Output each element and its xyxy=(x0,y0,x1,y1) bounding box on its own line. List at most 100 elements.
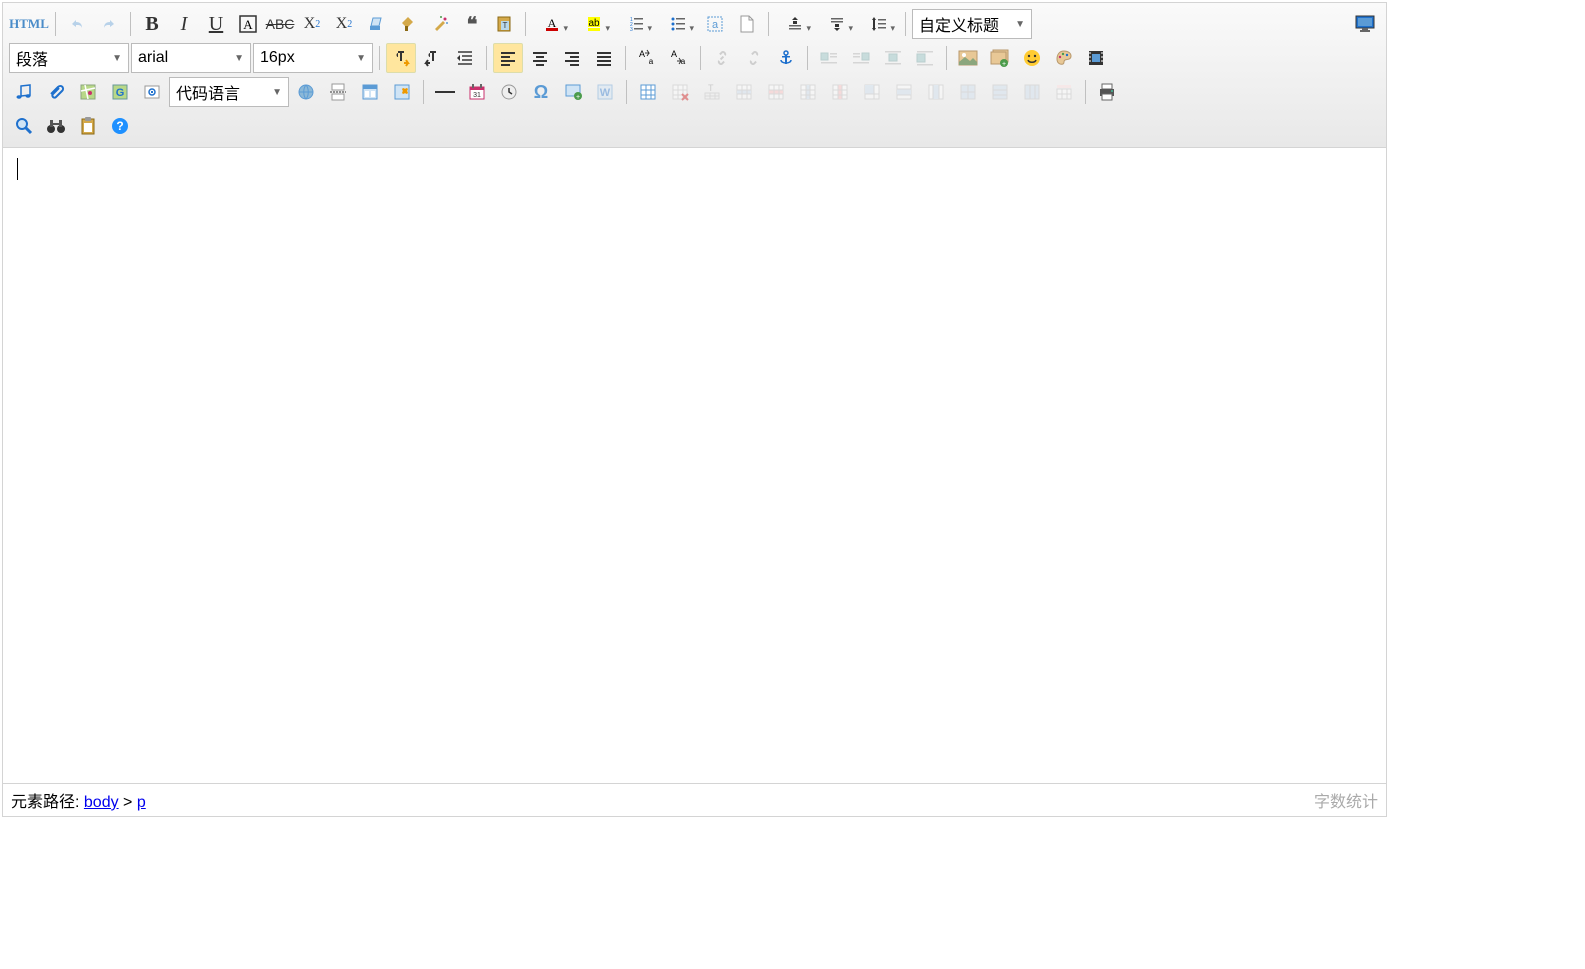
help-button[interactable]: ? xyxy=(105,111,135,141)
table-icon xyxy=(639,83,657,101)
insertparagraphbefore-button[interactable]: T xyxy=(697,77,727,107)
music-button[interactable] xyxy=(9,77,39,107)
rowspacing-bottom-icon xyxy=(829,16,845,32)
paragraph-select[interactable]: 段落▼ xyxy=(9,43,129,73)
wordcount[interactable]: 字数统计 xyxy=(1314,788,1378,812)
time-button[interactable] xyxy=(494,77,524,107)
separator xyxy=(768,12,769,36)
ltr-button[interactable] xyxy=(386,43,416,73)
video-button[interactable] xyxy=(1081,43,1111,73)
font-family-label: arial xyxy=(138,49,168,67)
blockquote-button[interactable]: ❝ xyxy=(457,9,487,39)
editor-content-area[interactable] xyxy=(3,148,1386,783)
img-center-button[interactable] xyxy=(878,43,908,73)
delete-caption-button[interactable] xyxy=(1049,77,1079,107)
specialchar-button[interactable]: Ω xyxy=(526,77,556,107)
autoformat-button[interactable] xyxy=(425,9,455,39)
subscript-button[interactable]: X2 xyxy=(329,9,359,39)
align-justify-button[interactable] xyxy=(589,43,619,73)
gmap-icon: G xyxy=(111,83,129,101)
custom-heading-select[interactable]: 自定义标题▼ xyxy=(912,9,1032,39)
multi-image-button[interactable]: + xyxy=(985,43,1015,73)
insert-image-button[interactable] xyxy=(953,43,983,73)
anchor-button[interactable] xyxy=(771,43,801,73)
webapp-button[interactable] xyxy=(291,77,321,107)
ordered-list-button[interactable]: 123 xyxy=(616,9,656,39)
snapscreen-button[interactable]: + xyxy=(558,77,588,107)
merge-down-button[interactable] xyxy=(921,77,951,107)
code-language-select[interactable]: 代码语言▼ xyxy=(169,77,289,107)
unlink-button[interactable] xyxy=(739,43,769,73)
insert-table-button[interactable] xyxy=(633,77,663,107)
wordimage-button[interactable]: W xyxy=(590,77,620,107)
font-size-label: 16px xyxy=(260,49,295,67)
rowspacing-top-button[interactable] xyxy=(775,9,815,39)
pasteplain-button[interactable]: T xyxy=(489,9,519,39)
split-rows-button[interactable] xyxy=(985,77,1015,107)
split-cols-button[interactable] xyxy=(1017,77,1047,107)
img-center-icon xyxy=(884,49,902,67)
path-p-link[interactable]: p xyxy=(137,794,146,811)
strikethrough-button[interactable]: ABC xyxy=(265,9,295,39)
image-icon xyxy=(958,50,978,66)
underline-button[interactable]: U xyxy=(201,9,231,39)
bold-button[interactable]: B xyxy=(137,9,167,39)
preview-button[interactable] xyxy=(9,111,39,141)
toolbar: HTML B I U A ABC X2 X2 ❝ T A ab 123 a 自定… xyxy=(3,3,1386,148)
touppercase-button[interactable]: Aa xyxy=(632,43,662,73)
eraser-button[interactable] xyxy=(361,9,391,39)
pagebreak-button[interactable] xyxy=(323,77,353,107)
drafts-button[interactable] xyxy=(73,111,103,141)
newdoc-button[interactable] xyxy=(732,9,762,39)
formatbrush-button[interactable] xyxy=(393,9,423,39)
align-right-button[interactable] xyxy=(557,43,587,73)
selectall-button[interactable]: a xyxy=(700,9,730,39)
img-none-button[interactable] xyxy=(910,43,940,73)
img-right-button[interactable] xyxy=(846,43,876,73)
indent-button[interactable] xyxy=(450,43,480,73)
map-button[interactable] xyxy=(73,77,103,107)
date-button[interactable]: 31 xyxy=(462,77,492,107)
tolowercase-button[interactable]: Aa xyxy=(664,43,694,73)
emoji-button[interactable] xyxy=(1017,43,1047,73)
font-family-select[interactable]: arial▼ xyxy=(131,43,251,73)
italic-button[interactable]: I xyxy=(169,9,199,39)
searchreplace-button[interactable] xyxy=(41,111,71,141)
unordered-list-button[interactable] xyxy=(658,9,698,39)
link-button[interactable] xyxy=(707,43,737,73)
omega-icon: Ω xyxy=(534,82,548,103)
print-button[interactable] xyxy=(1092,77,1122,107)
ordered-list-icon: 123 xyxy=(628,16,644,32)
attachment-button[interactable] xyxy=(41,77,71,107)
merge-right-button[interactable] xyxy=(889,77,919,107)
template-button[interactable] xyxy=(355,77,385,107)
background-button[interactable] xyxy=(387,77,417,107)
hr-button[interactable] xyxy=(430,77,460,107)
gmap-button[interactable]: G xyxy=(105,77,135,107)
delete-col-button[interactable] xyxy=(825,77,855,107)
merge-cells-button[interactable] xyxy=(857,77,887,107)
img-left-button[interactable] xyxy=(814,43,844,73)
align-center-button[interactable] xyxy=(525,43,555,73)
delete-row-button[interactable] xyxy=(761,77,791,107)
forecolor-button[interactable]: A xyxy=(532,9,572,39)
font-size-select[interactable]: 16px▼ xyxy=(253,43,373,73)
delete-table-button[interactable] xyxy=(665,77,695,107)
lineheight-button[interactable] xyxy=(859,9,899,39)
rtl-button[interactable] xyxy=(418,43,448,73)
superscript-button[interactable]: X2 xyxy=(297,9,327,39)
source-html-button[interactable]: HTML xyxy=(9,9,49,39)
insertframe-button[interactable] xyxy=(137,77,167,107)
redo-button[interactable] xyxy=(94,9,124,39)
scrawl-button[interactable] xyxy=(1049,43,1079,73)
align-left-button[interactable] xyxy=(493,43,523,73)
undo-button[interactable] xyxy=(62,9,92,39)
rowspacing-bottom-button[interactable] xyxy=(817,9,857,39)
split-cells-button[interactable] xyxy=(953,77,983,107)
path-body-link[interactable]: body xyxy=(84,794,119,811)
backcolor-button[interactable]: ab xyxy=(574,9,614,39)
fullscreen-button[interactable] xyxy=(1350,9,1380,39)
fontborder-button[interactable]: A xyxy=(233,9,263,39)
insert-row-button[interactable] xyxy=(729,77,759,107)
insert-col-button[interactable] xyxy=(793,77,823,107)
